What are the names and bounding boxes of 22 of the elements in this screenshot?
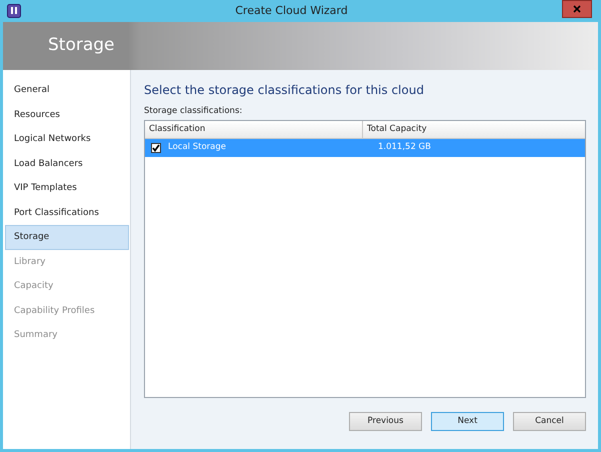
- sidebar-item[interactable]: Storage: [5, 225, 129, 250]
- checkbox[interactable]: [151, 142, 161, 153]
- close-button[interactable]: [562, 0, 592, 18]
- sidebar-item[interactable]: VIP Templates: [5, 176, 129, 200]
- app-icon: [7, 4, 21, 18]
- column-header[interactable]: Classification: [145, 120, 363, 138]
- sidebar-item[interactable]: Port Classifications: [5, 200, 129, 225]
- table-cell-text: Local Storage: [168, 141, 227, 154]
- wizard-button[interactable]: Next: [431, 412, 504, 431]
- page-title: Storage: [48, 34, 115, 58]
- column-header[interactable]: Total Capacity: [363, 120, 427, 138]
- sidebar-item[interactable]: Load Balancers: [5, 152, 129, 176]
- sidebar-item[interactable]: Logical Networks: [5, 127, 129, 152]
- table-cell-text: 1.011,52 GB: [377, 141, 431, 154]
- close-icon: [573, 5, 581, 13]
- sidebar-item[interactable]: General: [5, 78, 129, 102]
- list-label: Storage classifications:: [144, 105, 244, 118]
- window-title: Create Cloud Wizard: [234, 2, 349, 19]
- wizard-button[interactable]: Cancel: [513, 412, 586, 431]
- wizard-button[interactable]: Previous: [349, 412, 422, 431]
- sidebar-item[interactable]: Resources: [5, 102, 129, 127]
- page-heading: Select the storage classifications for this cloud: [144, 82, 425, 99]
